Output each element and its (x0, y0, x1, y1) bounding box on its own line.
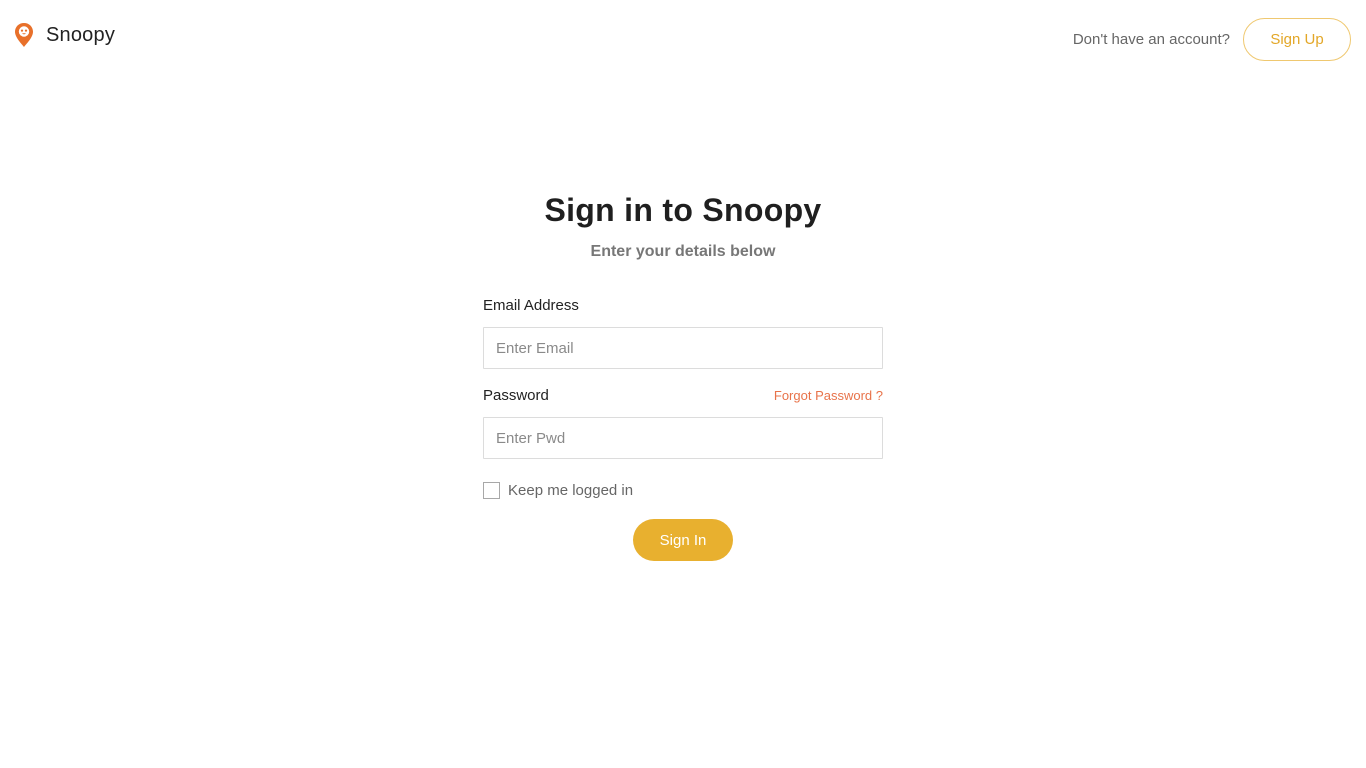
email-label: Email Address (483, 297, 579, 314)
forgot-password-link[interactable]: Forgot Password ? (774, 388, 883, 403)
page-subtitle: Enter your details below (590, 243, 776, 260)
page-title: Sign in to Snoopy (544, 192, 822, 228)
keep-logged-in-label[interactable]: Keep me logged in (508, 482, 633, 499)
account-prompt: Don't have an account? (1072, 31, 1230, 48)
password-field[interactable] (483, 417, 883, 459)
brand-name: Snoopy (46, 23, 116, 46)
email-field[interactable] (483, 327, 883, 369)
sign-in-button[interactable]: Sign In (633, 519, 733, 561)
sign-up-button[interactable]: Sign Up (1243, 18, 1351, 61)
location-pin-icon (15, 23, 33, 47)
password-label: Password (483, 387, 549, 404)
header-account-area: Don't have an account? Sign Up (1073, 18, 1351, 61)
brand[interactable]: Snoopy (14, 20, 115, 50)
sign-in-form: Email Address Password Forgot Password ?… (483, 296, 883, 500)
keep-logged-in-checkbox[interactable] (483, 481, 500, 499)
